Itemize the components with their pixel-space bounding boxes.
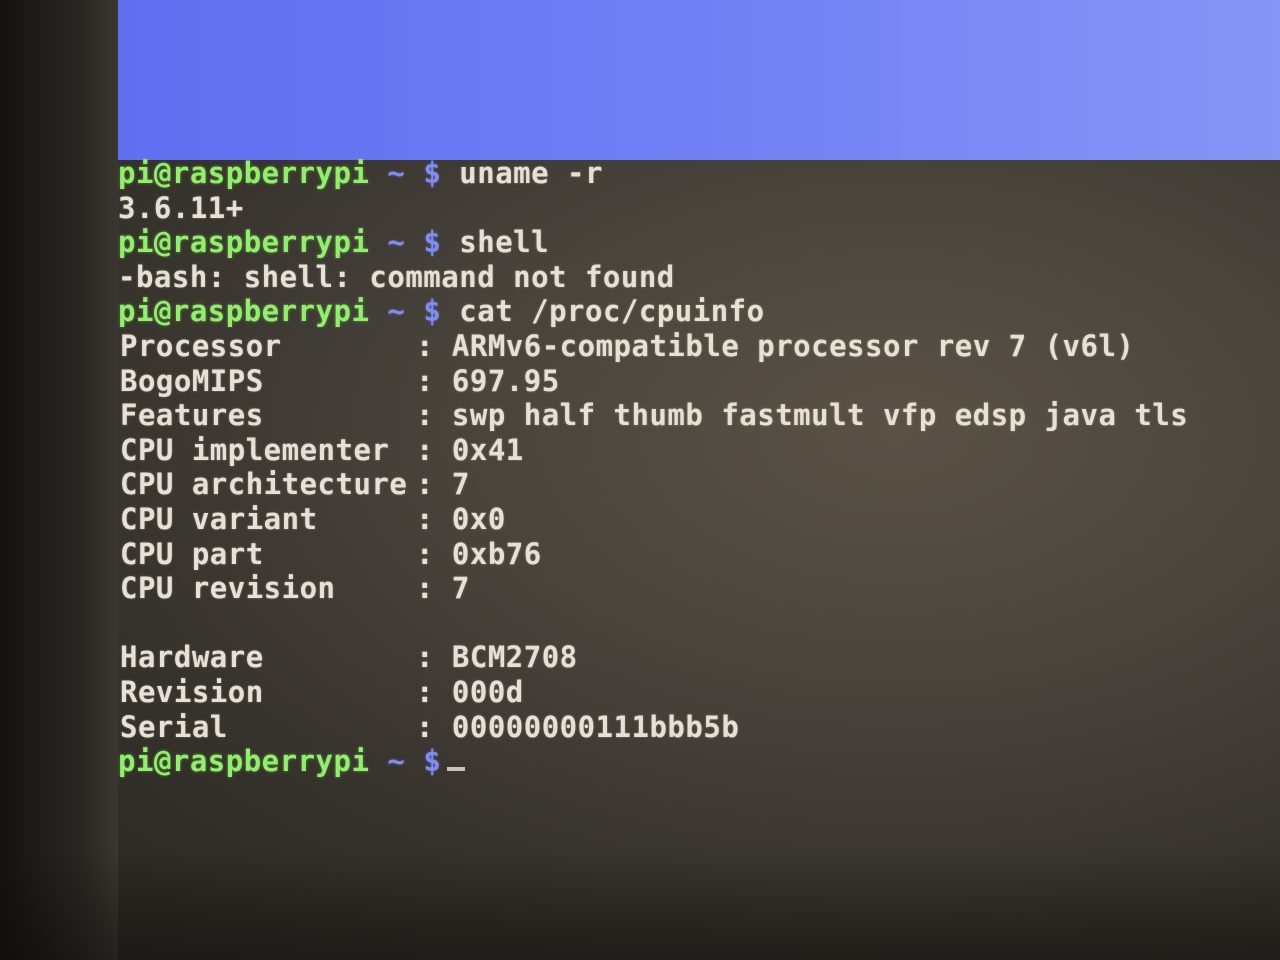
- prompt-dir: ~: [387, 744, 406, 779]
- screen-vignette: [0, 850, 1280, 960]
- hardware-row: Serial: 00000000111bbb5b: [118, 710, 1268, 745]
- prompt-user-host: pi@raspberrypi: [118, 225, 370, 260]
- command-text: shell: [459, 225, 550, 260]
- prompt-symbol: $: [423, 225, 442, 260]
- command-text: cat /proc/cpuinfo: [459, 294, 765, 329]
- cpuinfo-row: Features: swp half thumb fastmult vfp ed…: [118, 398, 1268, 433]
- cpuinfo-separator: :: [416, 501, 452, 536]
- cpuinfo-value: swp half thumb fastmult vfp edsp java tl…: [451, 398, 1189, 433]
- monitor-bezel: [0, 0, 118, 960]
- cpuinfo-value: 0x41: [451, 432, 524, 467]
- cpuinfo-key: CPU part: [120, 536, 264, 571]
- cpuinfo-key: BogoMIPS: [120, 363, 264, 398]
- cpuinfo-row: CPU implementer: 0x41: [118, 433, 1268, 468]
- cpuinfo-key: Features: [120, 398, 264, 433]
- prompt-line: pi@raspberrypi ~ $ shell: [118, 225, 1268, 260]
- output-line: 3.6.11+: [118, 190, 244, 225]
- cpuinfo-value: ARMv6-compatible processor rev 7 (v6l): [451, 328, 1135, 363]
- cpuinfo-value: 7: [451, 571, 470, 606]
- cpuinfo-key: CPU architecture: [120, 467, 408, 502]
- hardware-row: Hardware: BCM2708: [118, 640, 1268, 675]
- desktop-background: [118, 0, 1280, 160]
- hardware-key: Revision: [120, 674, 264, 709]
- prompt-user-host: pi@raspberrypi: [118, 744, 370, 779]
- cpuinfo-key: CPU implementer: [120, 432, 390, 467]
- command-text: uname -r: [459, 156, 603, 190]
- prompt-dir: ~: [387, 294, 406, 329]
- cpuinfo-row: CPU part: 0xb76: [118, 537, 1268, 572]
- prompt-user-host: pi@raspberrypi: [118, 156, 370, 190]
- hardware-row: Revision: 000d: [118, 675, 1268, 710]
- cpuinfo-separator: :: [416, 536, 452, 571]
- cpuinfo-row: CPU revision: 7: [118, 571, 1268, 606]
- cpuinfo-separator: :: [416, 363, 452, 398]
- cpuinfo-key: CPU variant: [120, 501, 318, 536]
- prompt-symbol: $: [423, 744, 442, 779]
- prompt-line: pi@raspberrypi ~ $ cat /proc/cpuinfo: [118, 294, 1268, 329]
- prompt-line: pi@raspberrypi ~ $ uname -r: [118, 156, 1268, 191]
- cpuinfo-value: 7: [451, 467, 470, 502]
- hardware-value: BCM2708: [451, 640, 578, 675]
- cpuinfo-row: Processor: ARMv6-compatible processor re…: [118, 329, 1268, 364]
- prompt-dir: ~: [387, 225, 406, 260]
- cpuinfo-separator: :: [416, 398, 452, 433]
- active-prompt-line[interactable]: pi@raspberrypi ~ $: [118, 744, 1268, 779]
- prompt-symbol: $: [423, 156, 442, 190]
- cpuinfo-row: CPU variant: 0x0: [118, 502, 1268, 537]
- error-line: -bash: shell: command not found: [118, 259, 675, 294]
- prompt-dir: ~: [387, 156, 406, 190]
- hardware-value: 000d: [451, 674, 524, 709]
- hardware-key: Hardware: [120, 640, 264, 675]
- cpuinfo-separator: :: [416, 432, 452, 467]
- cpuinfo-value: 0xb76: [451, 536, 542, 571]
- cpuinfo-separator: :: [416, 571, 452, 606]
- cpuinfo-separator: :: [416, 467, 452, 502]
- prompt-user-host: pi@raspberrypi: [118, 294, 370, 329]
- hardware-separator: :: [416, 674, 452, 709]
- cpuinfo-value: 0x0: [451, 501, 506, 536]
- cpuinfo-key: CPU revision: [120, 571, 336, 606]
- hardware-separator: :: [416, 709, 452, 744]
- monitor-photo: pi@raspberrypi ~ $ uname -r 3.6.11+ pi@r…: [0, 0, 1280, 960]
- cpuinfo-separator: :: [416, 328, 452, 363]
- hardware-key: Serial: [120, 709, 228, 744]
- prompt-symbol: $: [423, 294, 442, 329]
- cpuinfo-key: Processor: [120, 328, 282, 363]
- cpuinfo-row: CPU architecture: 7: [118, 467, 1268, 502]
- cpuinfo-value: 697.95: [451, 363, 560, 398]
- hardware-separator: :: [416, 640, 452, 675]
- hardware-value: 00000000111bbb5b: [451, 709, 740, 744]
- terminal-console[interactable]: pi@raspberrypi ~ $ uname -r 3.6.11+ pi@r…: [118, 156, 1268, 779]
- text-cursor: [447, 767, 466, 772]
- cpuinfo-row: BogoMIPS: 697.95: [118, 364, 1268, 399]
